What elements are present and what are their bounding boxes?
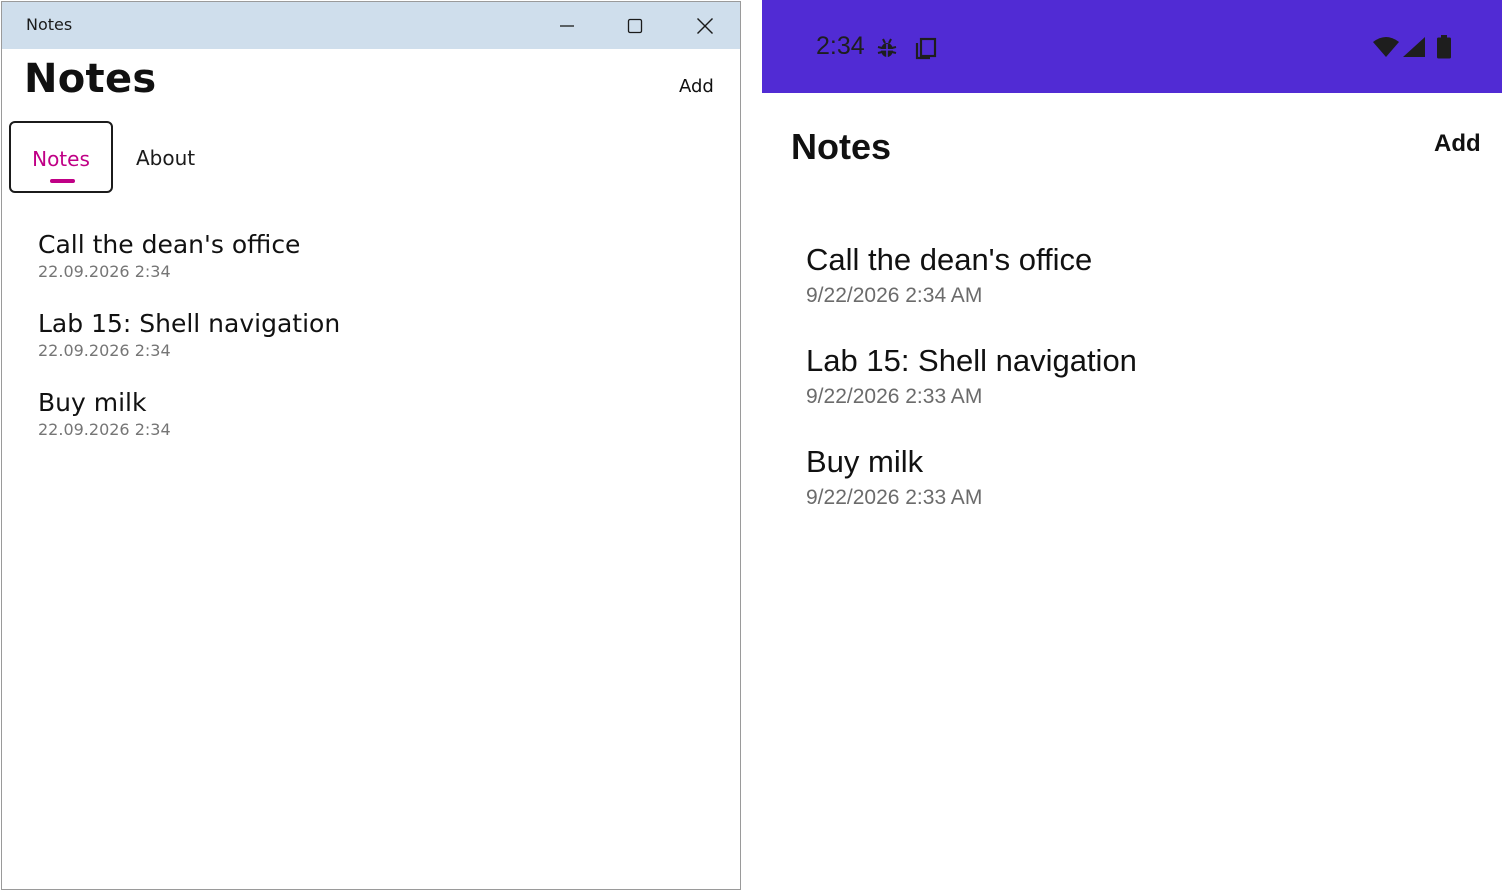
window-titlebar[interactable]: Notes: [2, 2, 740, 49]
windows-notes-window: Notes Notes Add Notes About Call the dea…: [1, 1, 741, 890]
bug-icon: [877, 38, 897, 57]
list-item[interactable]: Lab 15: Shell navigation 22.09.2026 2:34: [38, 307, 718, 386]
tab-about[interactable]: About: [136, 146, 195, 170]
note-date: 9/22/2026 2:34 AM: [806, 284, 983, 307]
battery-icon: [1437, 35, 1451, 59]
note-date: 22.09.2026 2:34: [38, 262, 171, 281]
wifi-icon: [1373, 37, 1399, 57]
notes-list: Call the dean's office 9/22/2026 2:34 AM…: [806, 240, 1466, 543]
note-date: 9/22/2026 2:33 AM: [806, 385, 983, 408]
minimize-icon: [560, 24, 574, 27]
note-title: Buy milk: [806, 444, 924, 479]
list-item[interactable]: Call the dean's office 9/22/2026 2:34 AM: [806, 240, 1466, 341]
list-item[interactable]: Buy milk 9/22/2026 2:33 AM: [806, 442, 1466, 543]
signal-icon: [1403, 37, 1425, 57]
note-title: Lab 15: Shell navigation: [806, 343, 1137, 378]
android-notes-screen: 2:34 Notes Add Call the dean's office 9/…: [762, 0, 1502, 891]
minimize-button[interactable]: [538, 2, 596, 49]
tab-selected-indicator: [50, 179, 75, 183]
note-date: 22.09.2026 2:34: [38, 420, 171, 439]
note-title: Call the dean's office: [806, 242, 1093, 277]
list-item[interactable]: Call the dean's office 22.09.2026 2:34: [38, 228, 718, 307]
note-title: Lab 15: Shell navigation: [38, 309, 341, 338]
status-time: 2:34: [816, 32, 865, 60]
list-item[interactable]: Buy milk 22.09.2026 2:34: [38, 386, 718, 465]
close-button[interactable]: [676, 2, 734, 49]
note-title: Buy milk: [38, 388, 147, 417]
window-title: Notes: [26, 15, 73, 34]
page-title: Notes: [791, 126, 892, 167]
tab-notes-label: Notes: [32, 147, 90, 171]
tab-notes[interactable]: Notes: [9, 121, 113, 193]
close-icon: [697, 17, 713, 34]
notes-list: Call the dean's office 22.09.2026 2:34 L…: [38, 228, 718, 465]
maximize-icon: [627, 18, 643, 33]
maximize-button[interactable]: [606, 2, 664, 49]
copy-icon: [915, 37, 937, 60]
note-title: Call the dean's office: [38, 230, 301, 259]
note-date: 9/22/2026 2:33 AM: [806, 486, 983, 509]
list-item[interactable]: Lab 15: Shell navigation 9/22/2026 2:33 …: [806, 341, 1466, 442]
status-bar: 2:34: [762, 0, 1502, 93]
add-button[interactable]: Add: [1434, 130, 1481, 158]
page-title: Notes: [24, 56, 157, 102]
add-button[interactable]: Add: [679, 76, 714, 97]
note-date: 22.09.2026 2:34: [38, 341, 171, 360]
